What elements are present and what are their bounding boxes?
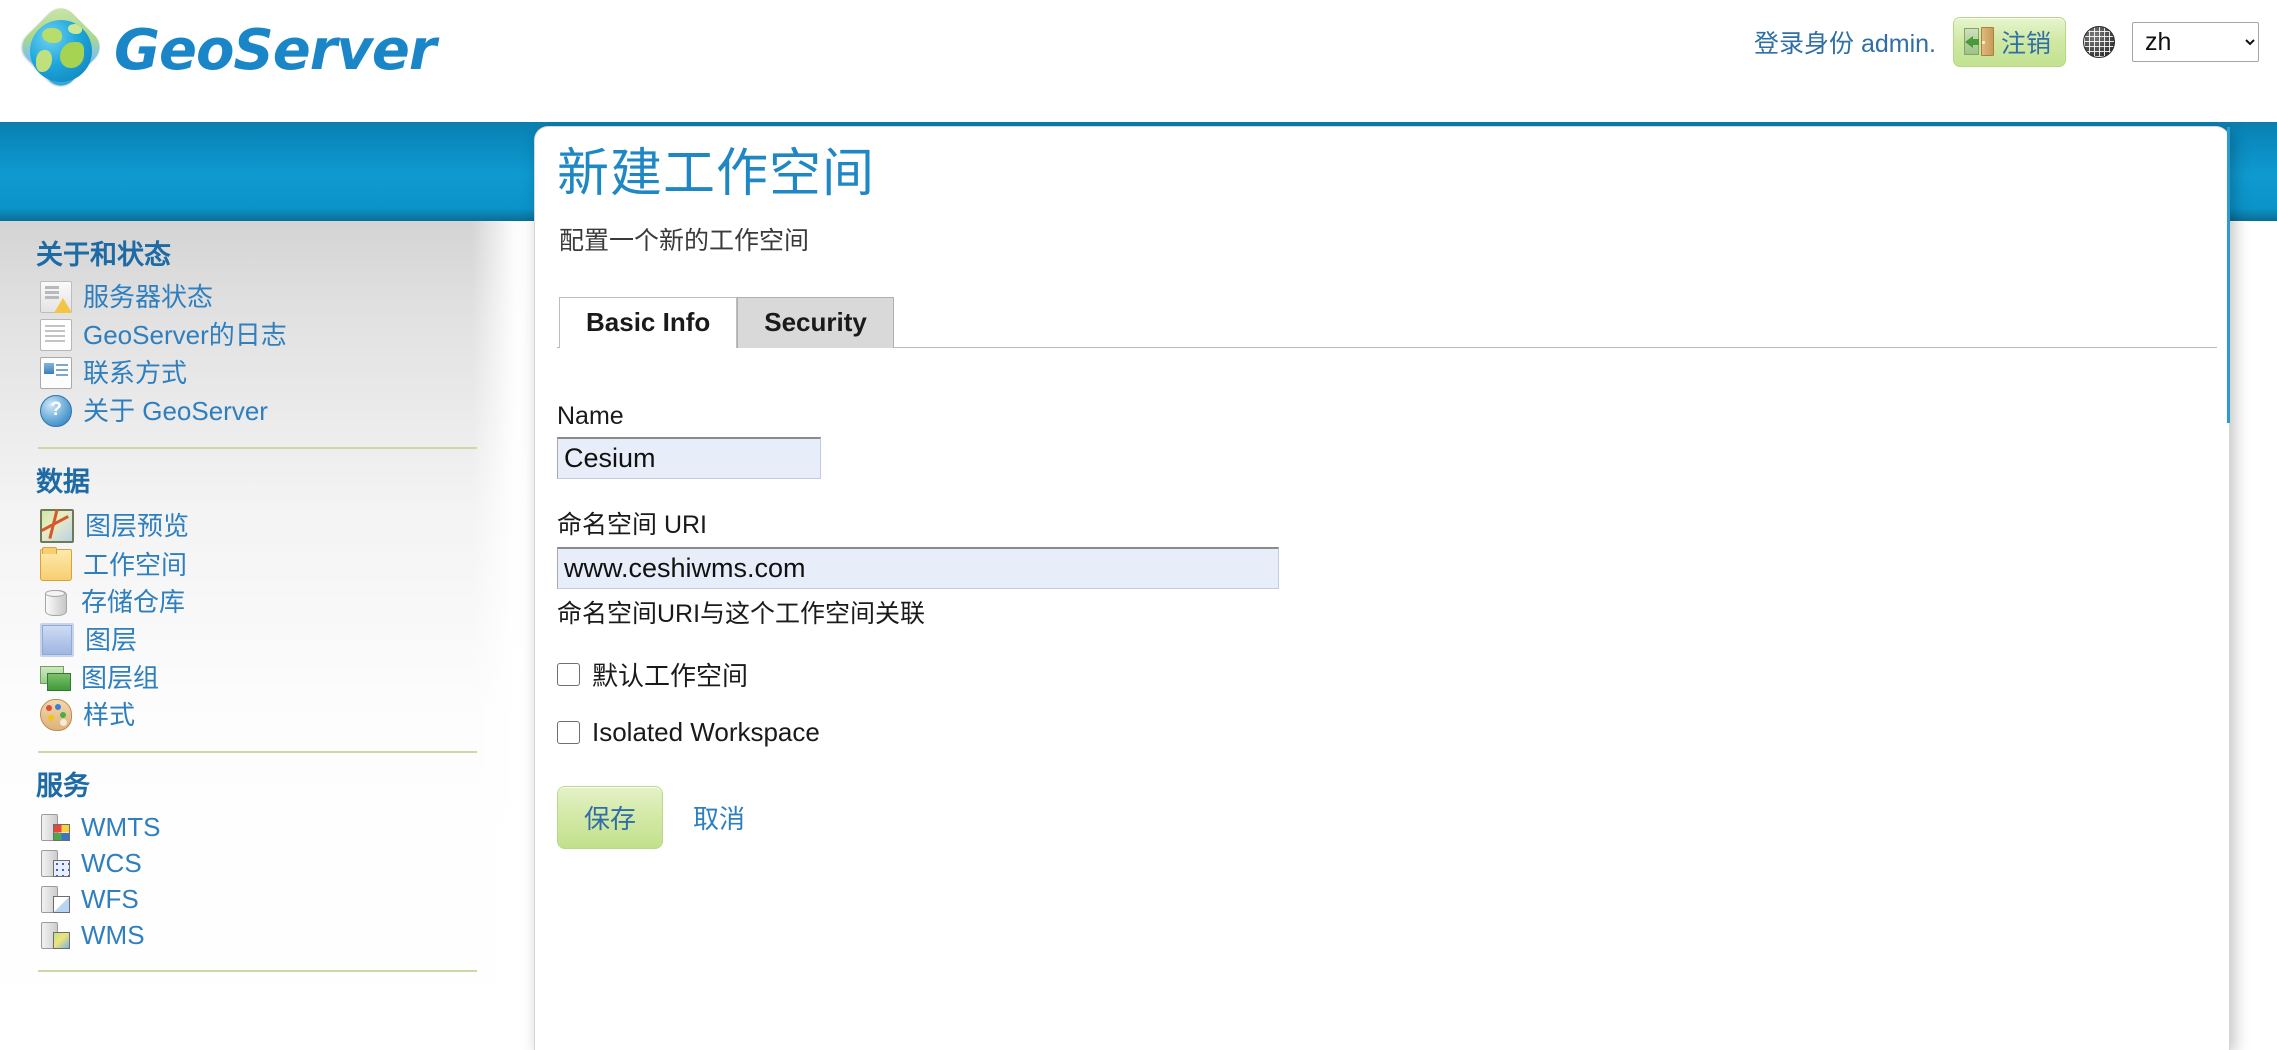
sidebar-item-label: 图层预览: [85, 510, 190, 541]
sidebar-group-title: 服务: [36, 770, 90, 801]
sidebar-item-layer-groups[interactable]: 图层组: [0, 660, 532, 696]
sidebar-item-label: 服务器状态: [83, 282, 214, 313]
sidebar-item-label: WFS: [81, 884, 139, 915]
sidebar-item-geoserver-logs[interactable]: GeoServer的日志: [0, 316, 532, 354]
sidebar-group-title: 关于和状态: [36, 240, 171, 270]
palette-style-icon: [40, 698, 72, 731]
sidebar-group-services: 服务 WMTS WCS WFS WMS: [0, 770, 532, 953]
sidebar-item-label: 存储仓库: [81, 586, 186, 617]
sidebar-item-label: GeoServer的日志: [83, 320, 287, 351]
server-status-icon: [40, 281, 72, 314]
sidebar-item-about-geoserver[interactable]: 关于 GeoServer: [0, 392, 532, 430]
sidebar-item-layer-preview[interactable]: 图层预览: [0, 506, 532, 546]
sidebar-item-stores[interactable]: 存储仓库: [0, 584, 532, 620]
default-workspace-label: 默认工作空间: [592, 661, 749, 692]
cancel-link[interactable]: 取消: [693, 799, 745, 836]
geoserver-logo[interactable]: GeoServer: [15, 1, 436, 96]
sidebar-divider: [38, 750, 477, 753]
service-wmts-icon: [40, 812, 70, 842]
save-button[interactable]: 保存: [557, 786, 664, 850]
tab-basic-info[interactable]: Basic Info: [559, 297, 738, 350]
logout-label: 注销: [2000, 30, 2051, 58]
sidebar-item-contact[interactable]: 联系方式: [0, 354, 532, 392]
layer-icon: [40, 622, 74, 657]
sidebar-divider: [38, 447, 477, 450]
globe-logo-icon: [15, 1, 107, 96]
isolated-workspace-row: Isolated Workspace: [557, 717, 2229, 748]
log-document-icon: [40, 319, 72, 352]
default-workspace-row: 默认工作空间: [557, 656, 2229, 693]
default-workspace-checkbox[interactable]: [557, 663, 580, 687]
uri-label: 命名空间 URI: [557, 511, 708, 540]
tab-security[interactable]: Security: [737, 297, 894, 349]
logout-door-icon: [1963, 27, 1994, 57]
sidebar-item-wmts[interactable]: WMTS: [0, 809, 532, 845]
service-wcs-icon: [40, 848, 70, 878]
sidebar-item-label: WCS: [81, 848, 142, 879]
sidebar-divider: [38, 970, 477, 973]
sidebar-item-label: 样式: [83, 699, 136, 730]
sidebar-item-wms[interactable]: WMS: [0, 917, 532, 953]
content-card: 新建工作空间 配置一个新的工作空间 Basic Info Security Na…: [534, 126, 2230, 1050]
name-input[interactable]: [557, 437, 821, 480]
page-title: 新建工作空间: [557, 145, 876, 203]
sidebar-item-wfs[interactable]: WFS: [0, 881, 532, 917]
tab-bar: Basic Info Security: [557, 297, 2229, 350]
namespace-uri-input[interactable]: [557, 547, 1279, 590]
isolated-workspace-label: Isolated Workspace: [592, 717, 820, 748]
sidebar-group-about-status: 关于和状态 服务器状态 GeoServer的日志 联系方式 关于 GeoServ…: [0, 221, 532, 430]
service-wfs-icon: [40, 884, 70, 914]
name-label: Name: [557, 402, 624, 431]
language-select[interactable]: zh: [2132, 22, 2259, 62]
uri-helper-text: 命名空间URI与这个工作空间关联: [557, 600, 926, 629]
page-header: GeoServer 登录身份 admin. 注销 zh: [0, 0, 2277, 122]
sidebar-item-label: 图层组: [81, 662, 160, 693]
sidebar-item-label: 关于 GeoServer: [83, 396, 268, 427]
logout-button[interactable]: 注销: [1952, 17, 2066, 67]
layer-preview-icon: [40, 508, 74, 543]
sidebar-item-layers[interactable]: 图层: [0, 620, 532, 660]
form-actions: 保存 取消: [557, 786, 2229, 850]
sidebar-item-label: WMS: [81, 920, 145, 951]
content-scrollbar[interactable]: [2227, 127, 2230, 423]
sidebar-item-label: 工作空间: [83, 549, 188, 580]
sidebar-item-workspaces[interactable]: 工作空间: [0, 546, 532, 584]
language-globe-icon: [2083, 26, 2115, 58]
sidebar-item-label: 联系方式: [83, 358, 188, 389]
contact-card-icon: [40, 357, 72, 390]
sidebar-group-title: 数据: [36, 467, 90, 498]
sidebar-item-wcs[interactable]: WCS: [0, 845, 532, 881]
service-wms-icon: [40, 920, 70, 950]
sidebar-item-server-status[interactable]: 服务器状态: [0, 278, 532, 316]
sidebar-item-styles[interactable]: 样式: [0, 696, 532, 734]
sidebar-item-label: 图层: [85, 624, 138, 655]
folder-icon: [40, 546, 72, 581]
database-store-icon: [40, 587, 70, 617]
isolated-workspace-checkbox[interactable]: [557, 721, 580, 745]
about-help-icon: [40, 395, 72, 428]
layer-group-icon: [40, 663, 71, 693]
name-field-block: Name: [557, 402, 2229, 480]
brand-wordmark: GeoServer: [114, 18, 436, 83]
sidebar-nav: 关于和状态 服务器状态 GeoServer的日志 联系方式 关于 GeoServ…: [0, 221, 532, 1050]
header-right-controls: 登录身份 admin. 注销 zh: [1754, 17, 2259, 67]
login-status-text: 登录身份 admin.: [1754, 30, 1936, 58]
page-subtitle: 配置一个新的工作空间: [559, 227, 810, 256]
uri-field-block: 命名空间 URI 命名空间URI与这个工作空间关联: [557, 505, 2229, 630]
workspace-form: Name 命名空间 URI 命名空间URI与这个工作空间关联 默认工作空间 Is…: [557, 402, 2229, 850]
sidebar-group-data: 数据 图层预览 工作空间 存储仓库 图层 图层组 样式: [0, 466, 532, 733]
sidebar-item-label: WMTS: [81, 812, 161, 843]
